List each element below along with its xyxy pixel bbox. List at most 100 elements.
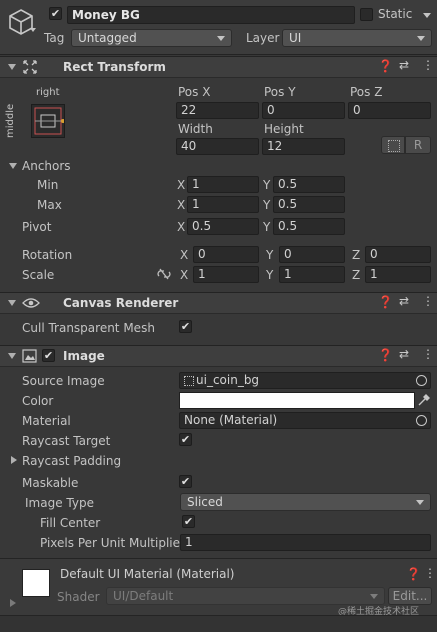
max-y-field[interactable]: 0.5: [273, 196, 345, 213]
max-x-label: X: [177, 198, 186, 212]
shader-value: UI/Default: [113, 589, 174, 603]
scale-label: Scale: [22, 268, 55, 282]
rect-transform-header[interactable]: Rect Transform ❓ ⇄ ⋮: [0, 56, 437, 78]
cull-transparent-mesh-checkbox[interactable]: ✔: [179, 320, 192, 333]
image-header[interactable]: ✔ Image ❓ ⇄ ⋮: [0, 345, 437, 367]
help-icon[interactable]: ❓: [378, 59, 393, 73]
preset-icon[interactable]: ⇄: [399, 58, 409, 72]
maskable-label: Maskable: [22, 476, 79, 490]
pos-z-field[interactable]: 0: [348, 102, 431, 119]
pivot-y-field[interactable]: 0.5: [273, 218, 345, 235]
image-type-dropdown[interactable]: Sliced: [180, 493, 431, 511]
scale-z-label: Z: [352, 268, 361, 282]
ppu-field[interactable]: 1: [180, 534, 431, 551]
width-field[interactable]: 40: [176, 138, 259, 155]
static-checkbox[interactable]: [360, 8, 373, 21]
height-label: Height: [264, 122, 304, 136]
eyedropper-icon[interactable]: [417, 393, 431, 407]
min-y-field[interactable]: 0.5: [273, 176, 345, 193]
gameobject-header: ✔ Money BG Static Tag Untagged Layer UI: [0, 0, 437, 55]
pivot-x-field[interactable]: 0.5: [187, 218, 259, 235]
chevron-down-icon: [417, 36, 425, 41]
name-field[interactable]: Money BG: [67, 6, 355, 24]
anchor-preset-button[interactable]: [31, 104, 65, 138]
image-title: Image: [63, 349, 105, 363]
ppu-label: Pixels Per Unit Multiplier: [40, 536, 185, 550]
color-swatch[interactable]: [179, 392, 415, 409]
context-menu-icon[interactable]: ⋮: [422, 347, 434, 361]
icon-dropdown-caret[interactable]: [30, 28, 36, 32]
edit-shader-button[interactable]: Edit...: [388, 587, 432, 605]
shader-label: Shader: [57, 590, 100, 604]
foldout-arrow-icon[interactable]: [8, 300, 16, 306]
context-menu-icon[interactable]: ⋮: [422, 294, 434, 308]
pivot-y-label: Y: [263, 220, 271, 234]
context-menu-icon[interactable]: ⋮: [422, 58, 434, 72]
foldout-arrow-icon[interactable]: [8, 353, 16, 359]
object-picker-icon[interactable]: [416, 415, 427, 426]
rot-x-label: X: [180, 248, 189, 262]
check-icon: ✔: [180, 475, 191, 488]
raw-edit-button[interactable]: R: [405, 136, 431, 154]
pivot-x-label: X: [177, 220, 186, 234]
cull-transparent-mesh-label: Cull Transparent Mesh: [22, 321, 155, 335]
help-icon[interactable]: ❓: [378, 348, 393, 362]
material-field[interactable]: None (Material): [179, 412, 431, 429]
rot-y-field[interactable]: 0: [279, 246, 345, 263]
rotation-label: Rotation: [22, 248, 73, 262]
active-checkbox[interactable]: ✔: [49, 7, 62, 20]
scale-x-label: X: [180, 268, 189, 282]
raycast-padding-foldout-icon[interactable]: [11, 456, 17, 464]
scale-y-field[interactable]: 1: [279, 266, 345, 283]
rot-z-field[interactable]: 0: [365, 246, 431, 263]
rect-transform-icon: [23, 60, 37, 74]
context-menu-icon[interactable]: ⋮: [424, 566, 436, 580]
min-x-field[interactable]: 1: [187, 176, 259, 193]
foldout-arrow-icon[interactable]: [8, 64, 16, 70]
pos-z-label: Pos Z: [350, 85, 383, 99]
anchors-foldout-icon[interactable]: [9, 163, 17, 169]
pos-y-field[interactable]: 0: [262, 102, 345, 119]
max-x-field[interactable]: 1: [187, 196, 259, 213]
constrain-proportions-icon[interactable]: [157, 268, 171, 280]
static-dropdown-caret[interactable]: [423, 13, 431, 18]
pos-x-field[interactable]: 22: [176, 102, 259, 119]
scale-z-field[interactable]: 1: [365, 266, 431, 283]
raycast-padding-label: Raycast Padding: [22, 454, 122, 468]
help-icon[interactable]: ❓: [378, 295, 393, 309]
rot-y-label: Y: [266, 248, 274, 262]
image-enabled-checkbox[interactable]: ✔: [42, 349, 55, 362]
tag-dropdown[interactable]: Untagged: [71, 29, 232, 47]
max-y-label: Y: [263, 198, 271, 212]
object-picker-icon[interactable]: [416, 375, 427, 386]
canvas-renderer-header[interactable]: Canvas Renderer ❓ ⇄ ⋮: [0, 292, 437, 314]
min-y-label: Y: [263, 178, 271, 192]
min-x-label: X: [177, 178, 186, 192]
inspector-footer: [0, 616, 437, 632]
image-type-label: Image Type: [25, 496, 94, 510]
preset-icon[interactable]: ⇄: [399, 347, 409, 361]
help-icon[interactable]: ❓: [406, 567, 421, 581]
check-icon: ✔: [183, 515, 194, 528]
blueprint-icon: [388, 140, 400, 152]
preset-icon[interactable]: ⇄: [399, 294, 409, 308]
blueprint-mode-button[interactable]: [381, 136, 405, 154]
source-image-field[interactable]: ui_coin_bg: [179, 372, 431, 389]
scale-x-field[interactable]: 1: [193, 266, 259, 283]
shader-foldout-icon[interactable]: [10, 599, 16, 607]
fill-center-checkbox[interactable]: ✔: [182, 515, 195, 528]
material-value: None (Material): [184, 413, 278, 427]
height-field[interactable]: 12: [262, 138, 345, 155]
rot-x-field[interactable]: 0: [193, 246, 259, 263]
check-icon: ✔: [50, 7, 61, 20]
maskable-checkbox[interactable]: ✔: [179, 475, 192, 488]
check-icon: ✔: [43, 349, 54, 362]
canvas-renderer-title: Canvas Renderer: [63, 296, 179, 310]
image-type-value: Sliced: [187, 495, 223, 509]
raycast-target-label: Raycast Target: [22, 434, 111, 448]
fill-center-label: Fill Center: [40, 516, 101, 530]
chevron-down-icon: [416, 500, 424, 505]
color-label: Color: [22, 394, 54, 408]
layer-dropdown[interactable]: UI: [282, 29, 432, 47]
raycast-target-checkbox[interactable]: ✔: [179, 433, 192, 446]
